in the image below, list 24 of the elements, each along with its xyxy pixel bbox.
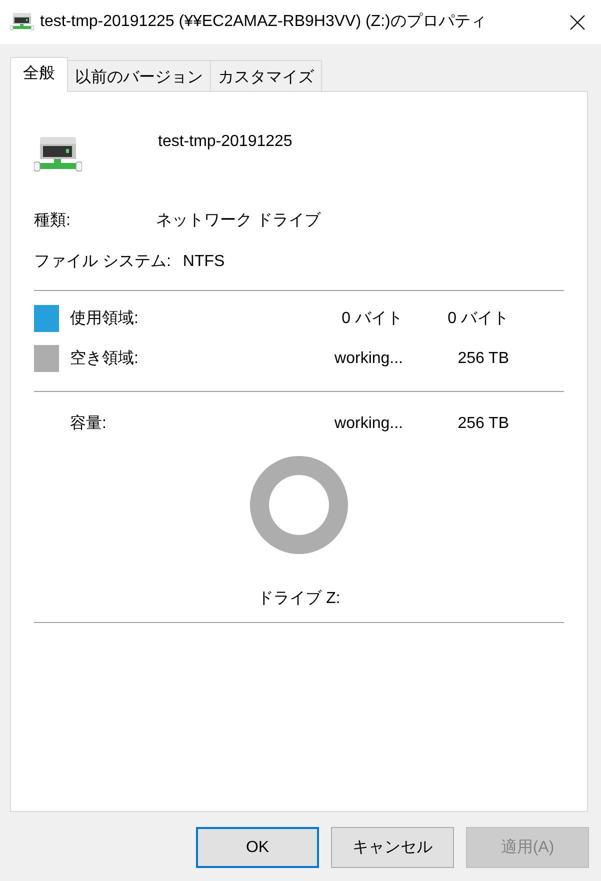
- dialog-button[interactable]: キャンセル: [331, 827, 454, 868]
- space-size: 256 TB: [456, 348, 509, 368]
- space-label: 空き領域:: [70, 348, 140, 368]
- property-value: ネットワーク ドライブ: [156, 210, 320, 231]
- tab[interactable]: 全般: [10, 57, 68, 92]
- property-label: ファイル システム:: [34, 252, 171, 272]
- dialog-button[interactable]: OK: [196, 827, 319, 868]
- capacity-label: 容量:: [70, 414, 108, 434]
- drive-icon: [10, 13, 34, 31]
- drive-letter-label: ドライブ Z:: [258, 589, 340, 609]
- window-title: test-tmp-20191225 (¥¥EC2AMAZ-RB9H3VV) (Z:)のプロパティ: [40, 12, 488, 32]
- property-label: 種類:: [34, 211, 72, 231]
- close-button[interactable]: [569, 14, 585, 30]
- space-bytes: working...: [334, 348, 403, 368]
- space-size: 0 バイト: [446, 308, 509, 328]
- close-icon: [570, 14, 584, 30]
- space-label: 使用領域:: [70, 308, 140, 328]
- capacity-size: 256 TB: [456, 414, 509, 434]
- tab[interactable]: 以前のバージョン: [68, 60, 211, 91]
- tab[interactable]: カスタマイズ: [211, 60, 322, 91]
- capacity-bytes: working...: [334, 414, 403, 434]
- space-bytes: 0 バイト: [340, 308, 403, 328]
- property-value: NTFS: [182, 252, 225, 272]
- drive-name: test-tmp-20191225: [158, 132, 292, 152]
